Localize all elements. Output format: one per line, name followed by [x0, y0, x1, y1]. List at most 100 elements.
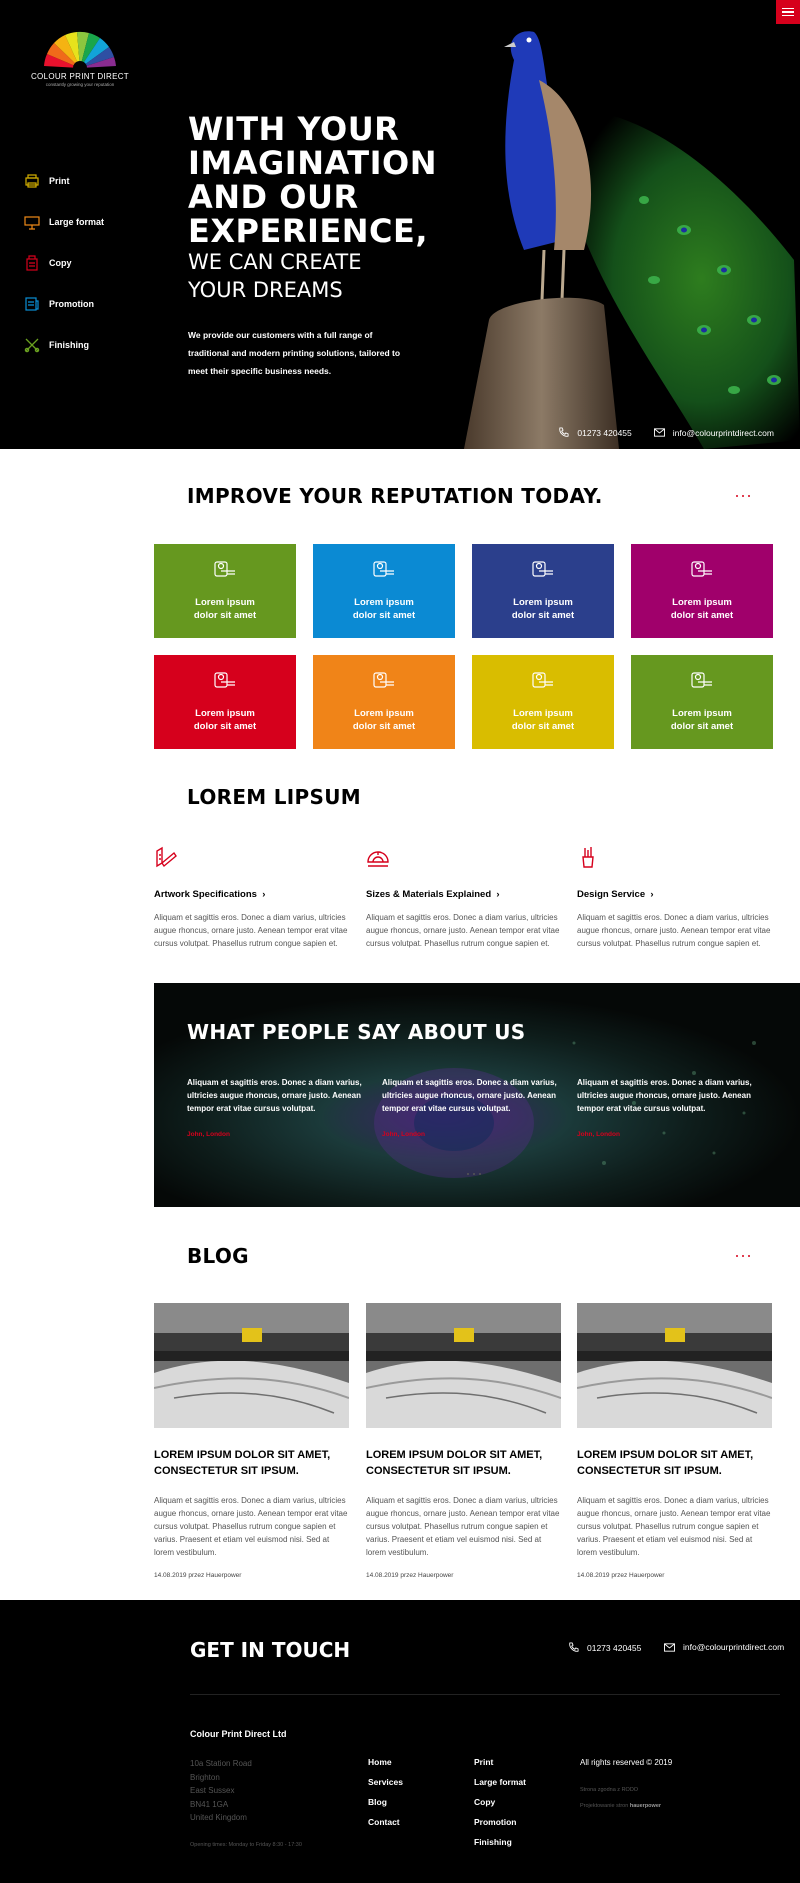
hero-subheadline: WE CAN CREATE YOUR DREAMS	[188, 248, 361, 304]
service-tile-label: Lorem ipsum dolor sit amet	[511, 597, 575, 621]
blog-post-title[interactable]: LOREM IPSUM DOLOR SIT AMET, CONSECTETUR …	[577, 1447, 772, 1479]
testimonial-author: John, London	[577, 1131, 620, 1138]
service-tile[interactable]: Lorem ipsum dolor sit amet	[631, 655, 773, 749]
hero-headline: WITH YOUR IMAGINATION AND OUR EXPERIENCE…	[188, 112, 437, 248]
footer-link-large-format[interactable]: Large format	[474, 1777, 526, 1797]
feature-title-link[interactable]: Design Service ›	[577, 889, 654, 900]
service-tile[interactable]: Lorem ipsum dolor sit amet	[154, 544, 296, 638]
service-tile-icon	[532, 672, 553, 688]
blog-post-excerpt: Aliquam et sagittis eros. Donec a diam v…	[154, 1496, 348, 1557]
footer-credit-link[interactable]: hauerpower	[630, 1803, 661, 1809]
printing-press-image	[366, 1303, 561, 1428]
service-tile-label: Lorem ipsum dolor sit amet	[352, 708, 416, 732]
footer-phone-link[interactable]: 01273 420455	[568, 1642, 641, 1653]
hero-email: info@colourprintdirect.com	[672, 427, 774, 438]
blog-post-title[interactable]: LOREM IPSUM DOLOR SIT AMET, CONSECTETUR …	[366, 1447, 561, 1479]
address-line: Brighton	[190, 1772, 220, 1782]
phone-icon	[569, 1642, 579, 1652]
footer-link-services[interactable]: Services	[368, 1777, 403, 1797]
service-tile-icon	[214, 672, 235, 688]
hamburger-icon-bar	[782, 7, 794, 10]
footer-hours: Opening times: Monday to Friday 8:30 - 1…	[190, 1842, 302, 1848]
footer-link-blog[interactable]: Blog	[368, 1797, 403, 1817]
hero-section: WITH YOUR IMAGINATION AND OUR EXPERIENCE…	[154, 0, 800, 449]
blog-more-dots[interactable]	[736, 1255, 750, 1257]
footer-link-home[interactable]: Home	[368, 1757, 403, 1777]
footer-link-contact[interactable]: Contact	[368, 1817, 403, 1837]
sidebar-item-promotion[interactable]: Promotion	[24, 283, 104, 324]
service-tile-label: Lorem ipsum dolor sit amet	[193, 597, 257, 621]
hero-email-link[interactable]: info@colourprintdirect.com	[653, 427, 774, 438]
testimonial-author: John, London	[187, 1131, 230, 1138]
service-tile[interactable]: Lorem ipsum dolor sit amet	[313, 655, 455, 749]
footer-link-promotion[interactable]: Promotion	[474, 1817, 526, 1837]
brush-icon	[156, 846, 177, 868]
sidebar-white-area	[0, 449, 154, 1600]
service-tile-label: Lorem ipsum dolor sit amet	[352, 597, 416, 621]
brand-tagline: constantly growing your reputation	[45, 82, 115, 87]
testimonials-title: WHAT PEOPLE SAY ABOUT US	[187, 1020, 526, 1044]
footer-email-link[interactable]: info@colourprintdirect.com	[664, 1642, 784, 1652]
testimonial-author: John, London	[382, 1131, 425, 1138]
pencil-cup-icon	[582, 847, 594, 868]
service-tile-icon	[373, 672, 394, 688]
footer-rodo-link[interactable]: Strona zgodna z RODO	[580, 1787, 638, 1793]
service-tile[interactable]: Lorem ipsum dolor sit amet	[472, 655, 614, 749]
testimonials-section: WHAT PEOPLE SAY ABOUT US Aliquam et sagi…	[154, 983, 800, 1207]
sidebar-item-label: Copy	[49, 257, 72, 268]
hamburger-icon-bar	[782, 14, 794, 17]
menu-button[interactable]	[776, 0, 800, 24]
footer-address: 10a Station Road Brighton East Sussex BN…	[190, 1757, 252, 1825]
feature-design: Design Service › Aliquam et sagittis ero…	[577, 845, 772, 948]
hero-phone-link[interactable]: 01273 420455	[558, 427, 632, 438]
features-title: LOREM LIPSUM	[187, 785, 361, 809]
footer-link-finishing[interactable]: Finishing	[474, 1837, 526, 1857]
blog-post-meta: 14.08.2019 przez Hauerpower	[366, 1572, 454, 1579]
sidebar-item-large-format[interactable]: Large format	[24, 201, 104, 242]
printing-press-image	[154, 1303, 349, 1428]
finishing-icon	[24, 338, 40, 352]
sidebar: COLOUR PRINT DIRECT constantly growing y…	[0, 0, 154, 1883]
mail-icon	[653, 428, 665, 437]
promotion-icon	[25, 296, 39, 311]
feature-title-link[interactable]: Artwork Specifications ›	[154, 889, 265, 900]
service-tile[interactable]: Lorem ipsum dolor sit amet	[154, 655, 296, 749]
address-line: 10a Station Road	[190, 1759, 252, 1768]
side-nav: Print Large format Copy Promotion Finish…	[24, 160, 104, 365]
hero-headline-line: AND OUR	[188, 178, 359, 216]
blog-post: LOREM IPSUM DOLOR SIT AMET, CONSECTETUR …	[577, 1303, 772, 1579]
printing-press-image	[577, 1303, 772, 1428]
mail-icon	[664, 1642, 675, 1652]
blog-post-image[interactable]	[154, 1303, 349, 1428]
blog-post-image[interactable]	[366, 1303, 561, 1428]
address-line: BN41 1GA	[190, 1799, 229, 1809]
footer-link-print[interactable]: Print	[474, 1757, 526, 1777]
sidebar-item-print[interactable]: Print	[24, 160, 104, 201]
feature-text: Aliquam et sagittis eros. Donec a diam v…	[577, 913, 771, 948]
testimonial-pager[interactable]	[467, 1173, 481, 1175]
sidebar-item-finishing[interactable]: Finishing	[24, 324, 104, 365]
address-line: United Kingdom	[190, 1813, 247, 1822]
footer-nav-main: Home Services Blog Contact	[368, 1757, 403, 1837]
reputation-more-dots[interactable]	[736, 495, 750, 497]
blog-post-image[interactable]	[577, 1303, 772, 1428]
service-tile[interactable]: Lorem ipsum dolor sit amet	[631, 544, 773, 638]
brand-name: COLOUR PRINT DIRECT	[30, 72, 129, 81]
service-tile[interactable]: Lorem ipsum dolor sit amet	[472, 544, 614, 638]
copy-icon	[26, 254, 38, 271]
blog-post-meta: 14.08.2019 przez Hauerpower	[577, 1572, 665, 1579]
footer-email: info@colourprintdirect.com	[683, 1642, 785, 1652]
service-tile[interactable]: Lorem ipsum dolor sit amet	[313, 544, 455, 638]
phone-icon	[559, 427, 569, 437]
hero-headline-line: IMAGINATION	[188, 144, 437, 182]
service-tile-label: Lorem ipsum dolor sit amet	[670, 597, 734, 621]
service-tile-label: Lorem ipsum dolor sit amet	[511, 708, 575, 732]
service-tile-icon	[373, 561, 394, 577]
blog-post-title[interactable]: LOREM IPSUM DOLOR SIT AMET, CONSECTETUR …	[154, 1447, 349, 1479]
feature-title-link[interactable]: Sizes & Materials Explained ›	[366, 889, 500, 900]
footer-link-copy[interactable]: Copy	[474, 1797, 526, 1817]
hero-headline-line: WITH YOUR	[188, 110, 400, 148]
sidebar-item-label: Promotion	[49, 298, 94, 309]
service-tile-icon	[691, 561, 712, 577]
sidebar-item-copy[interactable]: Copy	[24, 242, 104, 283]
